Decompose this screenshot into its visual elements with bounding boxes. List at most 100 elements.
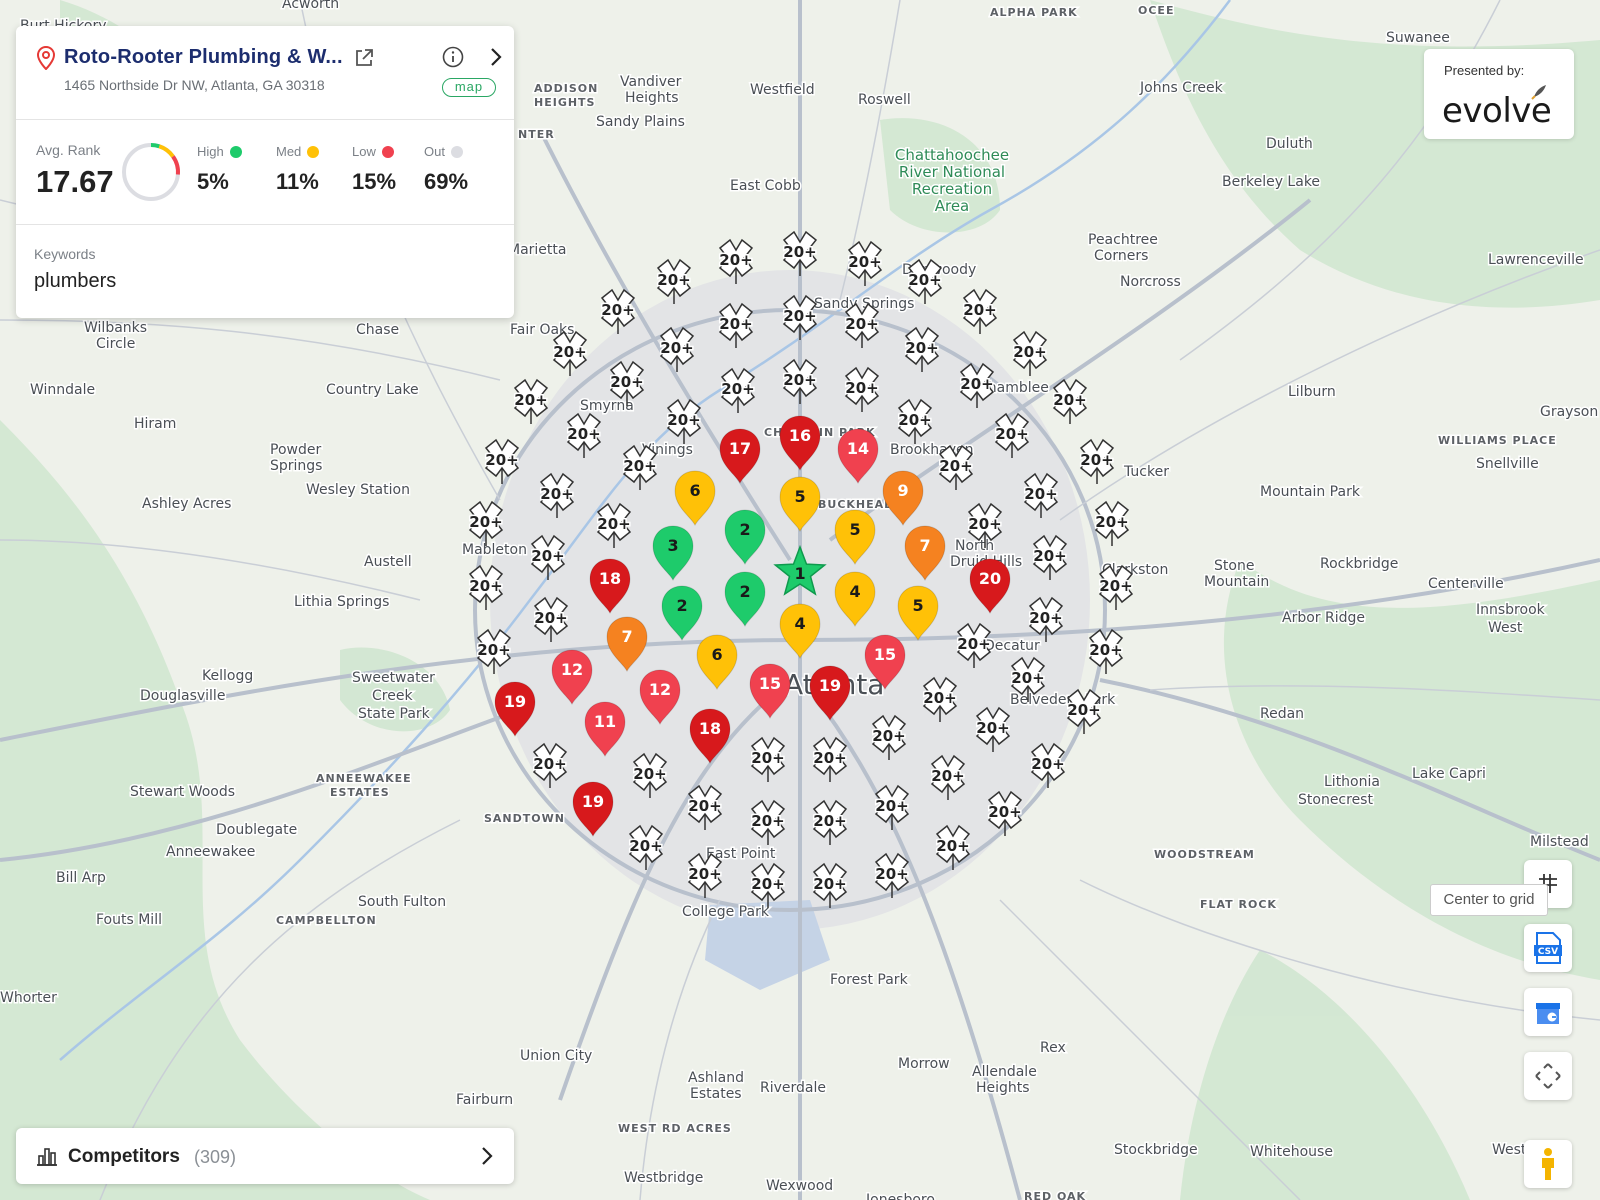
rank-pin-label: 20+	[485, 451, 518, 469]
rank-pin-label: 20+	[1053, 391, 1086, 409]
place-label: South Fulton	[358, 894, 446, 910]
place-label: Mountain	[1204, 574, 1269, 590]
place-label: Decatur	[984, 638, 1040, 654]
chevron-right-icon[interactable]	[476, 1144, 498, 1168]
place-label: ESTATES	[330, 786, 390, 799]
rank-pin-label: 11	[594, 712, 616, 731]
rank-pin-label: 20+	[995, 425, 1028, 443]
place-label: ADDISON	[534, 82, 598, 95]
stat-med-label: Med	[276, 144, 302, 159]
rank-pin-label: 20+	[783, 243, 816, 261]
place-label: Peachtree	[1088, 232, 1158, 248]
rank-pin-label: 20+	[1099, 577, 1132, 595]
rank-pin-label: 20+	[1033, 547, 1066, 565]
place-label: Whitehouse	[1250, 1144, 1333, 1160]
place-label: Rockbridge	[1320, 556, 1398, 572]
place-label: Stewart Woods	[130, 784, 235, 800]
business-panel: Roto-Rooter Plumbing & W... 1465 Northsi…	[16, 26, 514, 318]
place-label: Country Lake	[326, 382, 419, 398]
place-label: Ashland	[688, 1070, 744, 1086]
rank-pin-label: 20+	[872, 727, 905, 745]
place-label: Lithonia	[1324, 774, 1380, 790]
place-label: Wesley Station	[306, 482, 410, 498]
rank-pin-label: 20+	[1024, 485, 1057, 503]
presented-by-card: Presented by: evolve	[1424, 49, 1574, 139]
place-label: Springs	[270, 458, 322, 474]
rank-pin-label: 20+	[1067, 701, 1100, 719]
rank-pin-label: 20+	[968, 515, 1001, 533]
rank-pin-label: 5	[794, 487, 805, 506]
rank-pin-label: 20+	[923, 689, 956, 707]
place-label: Innsbrook	[1476, 602, 1546, 618]
place-label: Austell	[364, 554, 412, 570]
stat-out: Out 69%	[424, 144, 468, 195]
place-label: Westfield	[750, 82, 815, 98]
google-business-icon	[1536, 1003, 1560, 1024]
rank-pin-label: 20+	[963, 301, 996, 319]
place-label: WOODSTREAM	[1154, 848, 1255, 861]
stat-high-value: 5%	[197, 169, 229, 194]
rank-pin-label: 20+	[813, 749, 846, 767]
place-label: NTER	[518, 128, 555, 141]
business-name[interactable]: Roto-Rooter Plumbing & W...	[64, 46, 343, 69]
rank-pin-label: 4	[794, 614, 805, 633]
rank-pin-label: 18	[699, 719, 721, 738]
rank-pin-label: 20	[979, 569, 1001, 588]
rank-pin-label: 20+	[688, 797, 721, 815]
rank-pin-label: 20+	[667, 411, 700, 429]
rank-pin-label: 3	[667, 536, 678, 555]
place-label: Corners	[1094, 248, 1148, 264]
place-label: Duluth	[1266, 136, 1313, 152]
rank-pin-label: 20+	[1029, 609, 1062, 627]
place-label: Smyrna	[580, 398, 634, 414]
rank-pin-label: 7	[919, 536, 930, 555]
fullscreen-button[interactable]	[1524, 1052, 1572, 1100]
rank-pin-label: 20+	[623, 457, 656, 475]
divider	[16, 224, 514, 225]
rank-pin-label: 20+	[533, 755, 566, 773]
place-label: RED OAK	[1024, 1190, 1086, 1200]
place-label: Whorter	[0, 990, 57, 1006]
rank-pin-label: 20+	[601, 301, 634, 319]
place-label: SANDTOWN	[484, 812, 565, 825]
rank-pin-label: 7	[621, 627, 632, 646]
place-label: Riverdale	[760, 1080, 826, 1096]
rank-pin-label: 20+	[553, 343, 586, 361]
map-badge[interactable]: map	[442, 78, 496, 97]
park-label: Area	[935, 197, 970, 215]
place-label: Snellville	[1476, 456, 1539, 472]
rank-pin-label: 17	[729, 439, 751, 458]
rank-pin-label: 20+	[875, 797, 908, 815]
rank-pin-label: 20+	[531, 547, 564, 565]
csv-export-button[interactable]: CSV	[1524, 924, 1572, 972]
rank-pin-label: 20+	[1095, 513, 1128, 531]
info-icon[interactable]	[442, 46, 464, 68]
rocket-icon	[1531, 85, 1546, 100]
competitors-bar[interactable]: Competitors (309)	[16, 1128, 514, 1184]
place-label: Mableton	[462, 542, 527, 558]
place-label: Allendale	[972, 1064, 1037, 1080]
google-business-button[interactable]	[1524, 988, 1572, 1036]
place-label: Powder	[270, 442, 321, 458]
place-label: Rex	[1040, 1040, 1066, 1056]
place-label: Jonesboro	[865, 1192, 935, 1200]
competitors-label: Competitors	[68, 1146, 180, 1167]
place-label: Marietta	[508, 242, 566, 258]
stat-low-value: 15%	[352, 169, 397, 194]
place-label: ANNEEWAKEE	[316, 772, 412, 785]
place-label: Norcross	[1120, 274, 1181, 290]
rank-pin-label: 20+	[957, 635, 990, 653]
rank-pin-label: 5	[912, 596, 923, 615]
place-label: Wexwood	[766, 1178, 833, 1194]
external-link-icon[interactable]	[354, 48, 374, 68]
med-dot-icon	[307, 145, 320, 158]
rank-pin-label: 20+	[633, 765, 666, 783]
place-label: FLAT ROCK	[1200, 898, 1277, 911]
street-view-button[interactable]	[1524, 1140, 1572, 1188]
competitors-count: (309)	[194, 1147, 237, 1167]
rank-pin-label: 1	[794, 564, 805, 583]
chevron-right-icon[interactable]	[486, 46, 506, 68]
place-label: BUCKHEAD	[818, 498, 894, 511]
rank-pin-label: 20+	[845, 315, 878, 333]
rank-pin-label: 20+	[719, 315, 752, 333]
